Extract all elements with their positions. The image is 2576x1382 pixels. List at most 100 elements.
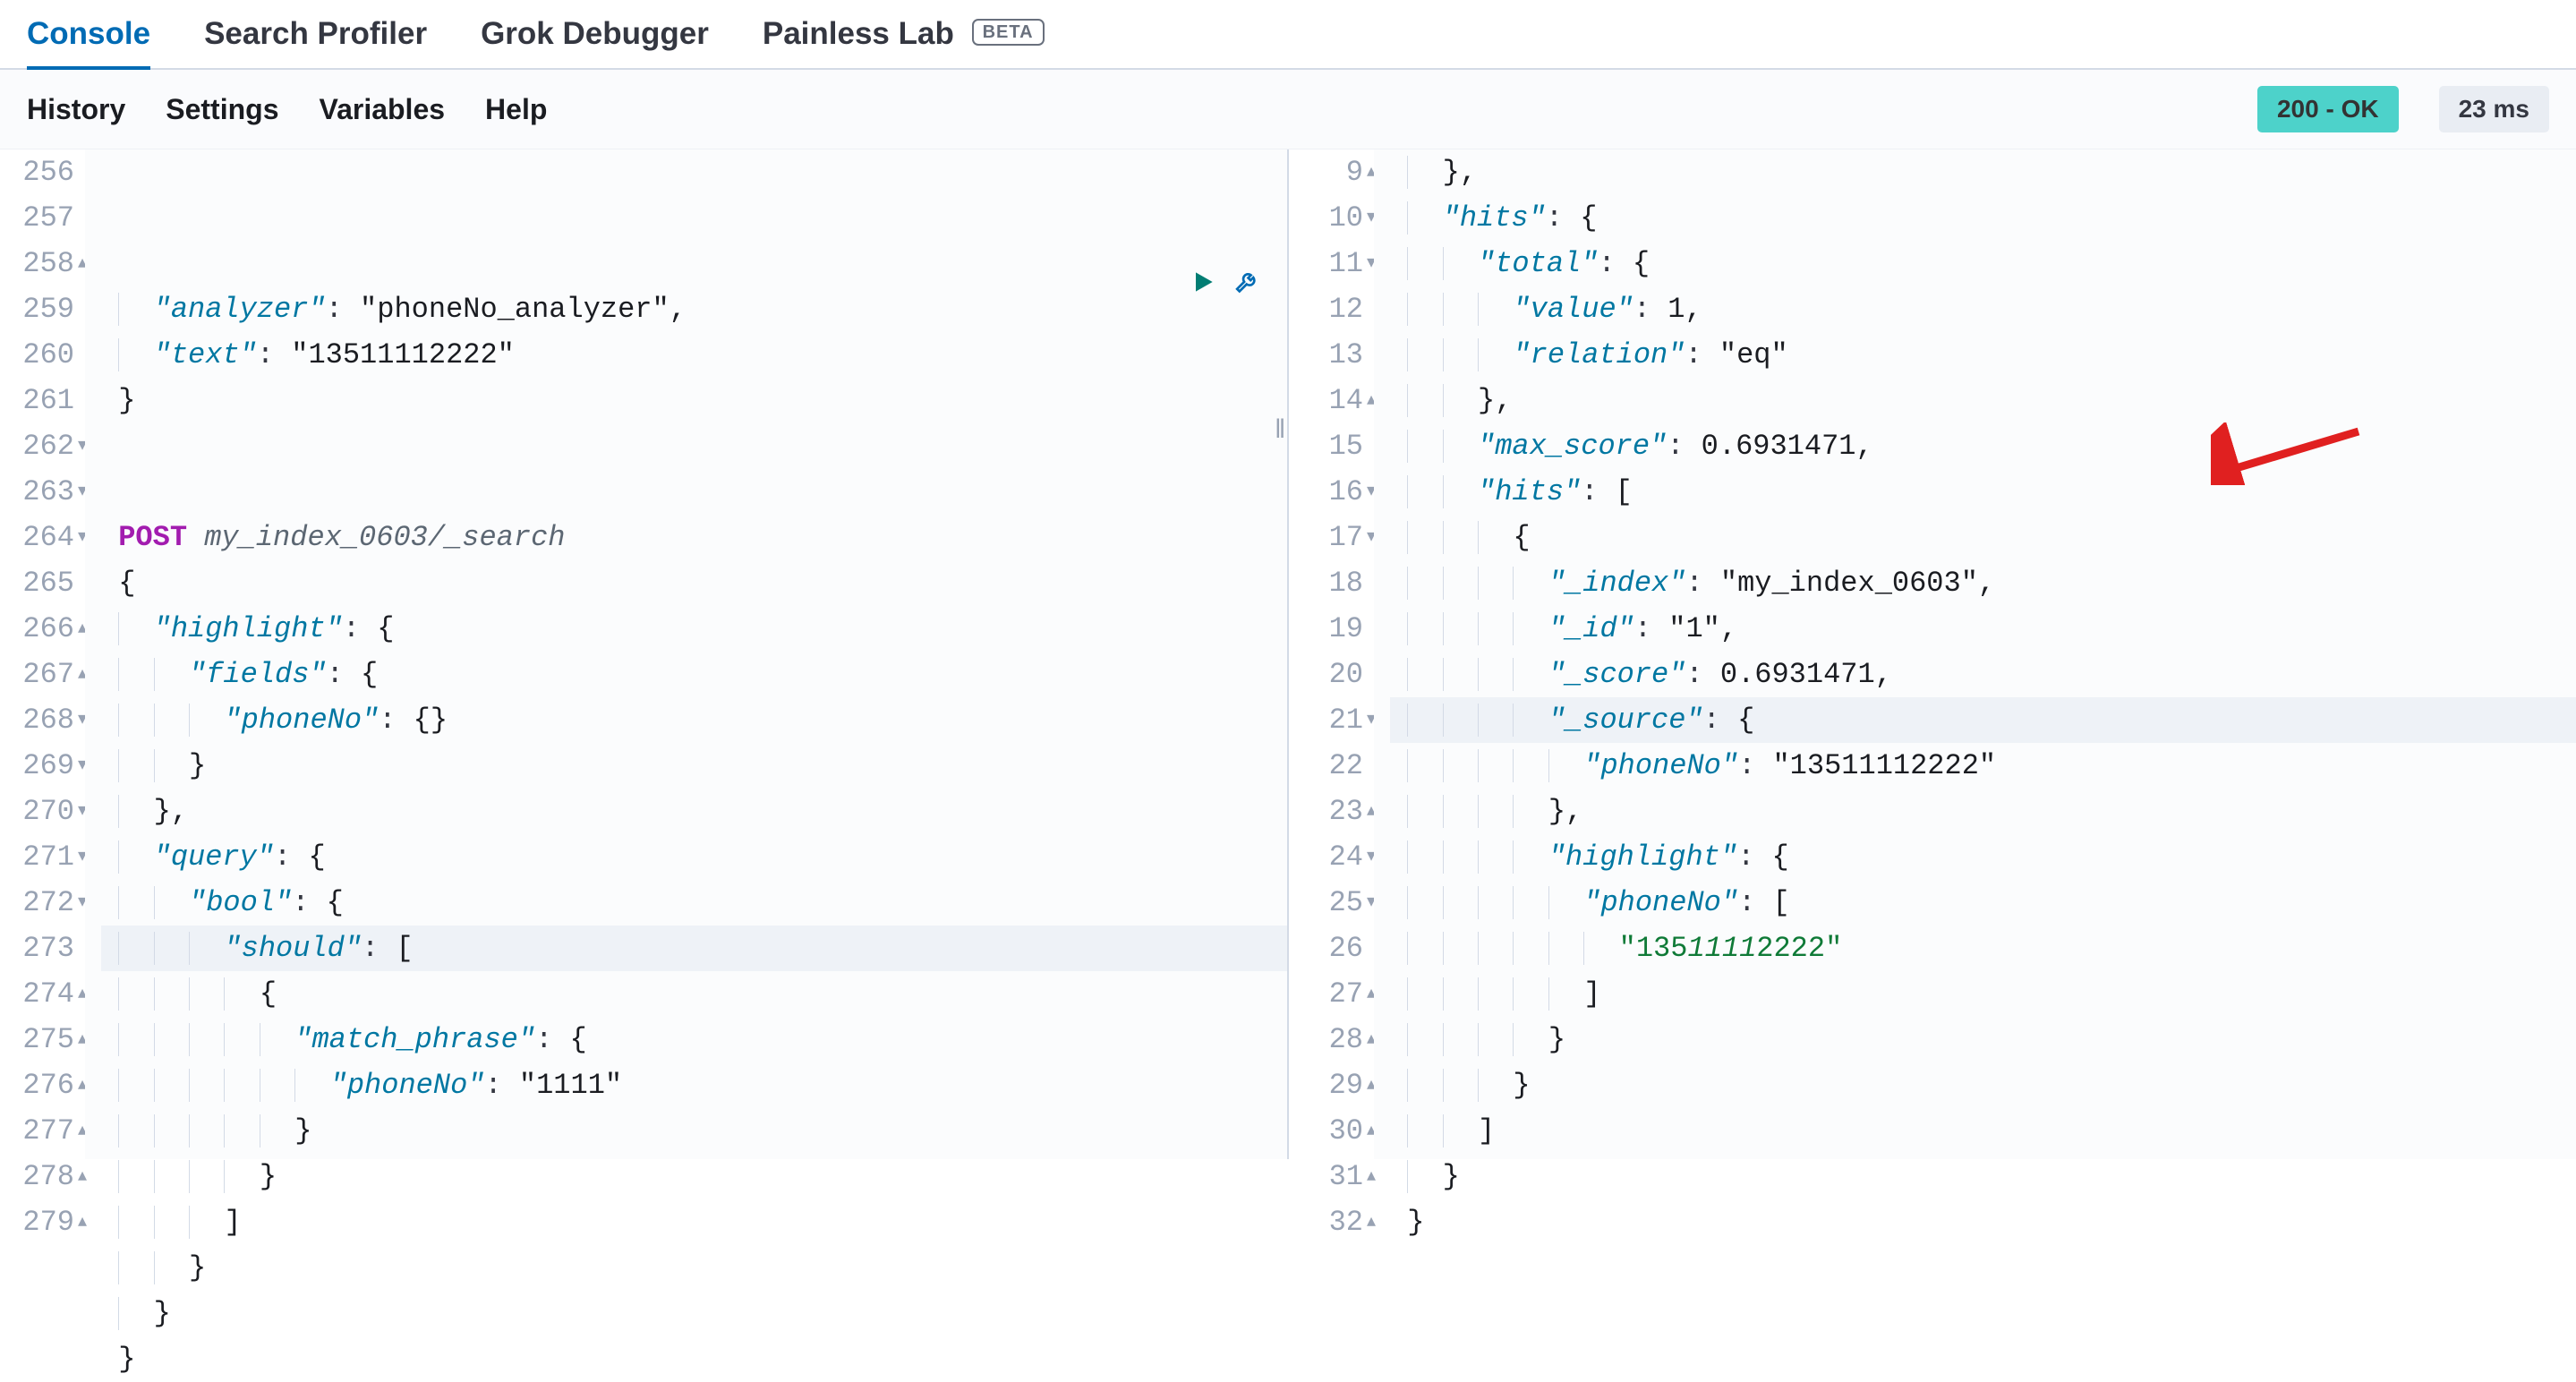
fold-marker[interactable]: ▴ (74, 1154, 87, 1199)
request-line-number: 266▴ (0, 606, 74, 652)
request-line-number: 268▾ (0, 697, 74, 743)
fold-marker[interactable]: ▴ (1363, 1154, 1376, 1199)
request-line-number: 276▴ (0, 1062, 74, 1108)
request-line-number: 273 (0, 926, 74, 971)
timing-badge: 23 ms (2439, 86, 2549, 132)
request-line-number: 257 (0, 195, 74, 241)
response-code-line: ] (1390, 971, 2576, 1017)
request-code-line: POST my_index_0603/_search (101, 515, 1287, 560)
response-line-number: 20 (1289, 652, 1363, 697)
request-line-number: 261 (0, 378, 74, 423)
subnav-settings[interactable]: Settings (166, 93, 278, 126)
response-line-number: 15 (1289, 423, 1363, 469)
response-line-number: 13 (1289, 332, 1363, 378)
response-line-number: 29▴ (1289, 1062, 1363, 1108)
subnav-variables[interactable]: Variables (319, 93, 445, 126)
request-line-number: 259 (0, 286, 74, 332)
tab-painless-lab[interactable]: Painless Lab BETA (763, 16, 1045, 68)
request-line-number: 256 (0, 149, 74, 195)
response-pane[interactable]: 9▴10▾11▾121314▴1516▾17▾18192021▾2223▴24▾… (1289, 149, 2576, 1159)
response-line-number: 10▾ (1289, 195, 1363, 241)
response-line-number: 28▴ (1289, 1017, 1363, 1062)
request-code-line: } (101, 1245, 1287, 1291)
request-code-line: "highlight": { (101, 606, 1287, 652)
request-code-line: } (101, 743, 1287, 789)
response-line-number: 11▾ (1289, 241, 1363, 286)
request-code-line (101, 423, 1287, 469)
response-code-line: "max_score": 0.6931471, (1390, 423, 2576, 469)
tool-tabs: Console Search Profiler Grok Debugger Pa… (0, 0, 2576, 70)
response-line-number: 16▾ (1289, 469, 1363, 515)
request-code-line: "phoneNo": {} (101, 697, 1287, 743)
drag-handle-icon: ‖ (1275, 414, 1285, 445)
request-code-line: } (101, 1108, 1287, 1154)
request-line-number: 275▴ (0, 1017, 74, 1062)
response-line-number: 23▴ (1289, 789, 1363, 834)
response-code-line: } (1390, 1199, 2576, 1245)
request-line-number: 264▾ (0, 515, 74, 560)
fold-marker[interactable]: ▴ (1363, 1199, 1376, 1245)
request-line-number: 265 (0, 560, 74, 606)
response-line-number: 24▾ (1289, 834, 1363, 880)
response-code-line: }, (1390, 789, 2576, 834)
subnav-history[interactable]: History (27, 93, 125, 126)
request-pane[interactable]: 256257258▴259260261262▾263▾264▾265266▴ 26… (0, 149, 1287, 1159)
request-code-line: "query": { (101, 834, 1287, 880)
response-code-line: "_index": "my_index_0603", (1390, 560, 2576, 606)
response-code-line: } (1390, 1154, 2576, 1199)
response-line-number: 32▴ (1289, 1199, 1363, 1245)
response-code-line: ] (1390, 1108, 2576, 1154)
request-line-number: 262▾ (0, 423, 74, 469)
request-line-number: 279▴ (0, 1199, 74, 1245)
response-code-line: "_source": { (1390, 697, 2576, 743)
editor-split: 256257258▴259260261262▾263▾264▾265266▴ 26… (0, 149, 2576, 1159)
response-line-number: 25▾ (1289, 880, 1363, 926)
request-code-line: "phoneNo": "1111" (101, 1062, 1287, 1108)
request-code[interactable]: "analyzer": "phoneNo_analyzer", "text": … (85, 149, 1287, 1159)
fold-marker[interactable]: ▴ (74, 1199, 87, 1245)
response-gutter: 9▴10▾11▾121314▴1516▾17▾18192021▾2223▴24▾… (1289, 149, 1374, 1159)
response-code-line: }, (1390, 378, 2576, 423)
response-code-line: "_score": 0.6931471, (1390, 652, 2576, 697)
beta-badge: BETA (972, 19, 1045, 46)
request-code-line: } (101, 378, 1287, 423)
response-code-line: "phoneNo": [ (1390, 880, 2576, 926)
response-code: }, "hits": { "total": { "value": 1, "rel… (1374, 149, 2576, 1159)
response-code-line: } (1390, 1062, 2576, 1108)
response-code-line: "value": 1, (1390, 286, 2576, 332)
response-code-line: } (1390, 1017, 2576, 1062)
response-line-number: 14▴ (1289, 378, 1363, 423)
request-line-number: 272▾ (0, 880, 74, 926)
response-code-line: }, (1390, 149, 2576, 195)
console-sub-nav: History Settings Variables Help 200 - OK… (0, 70, 2576, 149)
request-line-number: 263▾ (0, 469, 74, 515)
response-code-line: "phoneNo": "13511112222" (1390, 743, 2576, 789)
request-code-line: "text": "13511112222" (101, 332, 1287, 378)
request-code-line: "match_phrase": { (101, 1017, 1287, 1062)
tab-console[interactable]: Console (27, 16, 150, 70)
request-line-number: 271▾ (0, 834, 74, 880)
response-code-line: "_id": "1", (1390, 606, 2576, 652)
painless-lab-label: Painless Lab (763, 16, 954, 51)
request-code-line: } (101, 1336, 1287, 1382)
request-code-line: } (101, 1154, 1287, 1199)
request-line-number: 278▴ (0, 1154, 74, 1199)
tab-grok-debugger[interactable]: Grok Debugger (481, 16, 709, 68)
response-line-number: 18 (1289, 560, 1363, 606)
response-line-number: 12 (1289, 286, 1363, 332)
response-line-number: 21▾ (1289, 697, 1363, 743)
request-line-number: 260 (0, 332, 74, 378)
request-code-line: } (101, 1291, 1287, 1336)
response-line-number: 30▴ (1289, 1108, 1363, 1154)
response-line-number: 27▴ (1289, 971, 1363, 1017)
request-line-number: 277▴ (0, 1108, 74, 1154)
tab-search-profiler[interactable]: Search Profiler (204, 16, 427, 68)
response-code-line: "hits": [ (1390, 469, 2576, 515)
request-code-line: "bool": { (101, 880, 1287, 926)
request-code-line: }, (101, 789, 1287, 834)
request-code-line: "analyzer": "phoneNo_analyzer", (101, 286, 1287, 332)
request-line-number: 258▴ (0, 241, 74, 286)
response-line-number: 22 (1289, 743, 1363, 789)
request-code-line: "should": [ (101, 926, 1287, 971)
subnav-help[interactable]: Help (485, 93, 547, 126)
